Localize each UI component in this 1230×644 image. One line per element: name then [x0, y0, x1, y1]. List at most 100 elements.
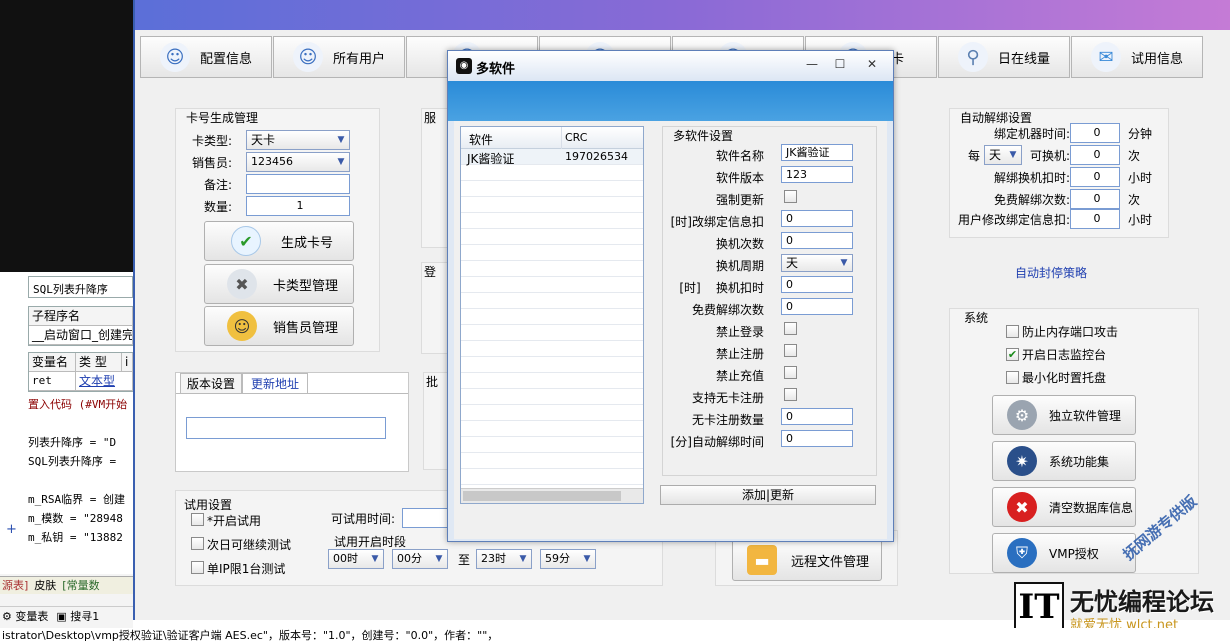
dialog-field-checkbox[interactable]	[784, 388, 797, 401]
tab-search[interactable]: ▣ 搜寻1	[56, 607, 99, 626]
tab-update-url[interactable]: 更新地址	[242, 373, 308, 393]
single-ip-checkbox[interactable]	[191, 561, 204, 574]
tab-vars[interactable]: ⚙ 变量表	[2, 607, 48, 626]
scrollbar-thumb[interactable]	[463, 491, 621, 501]
remote-file-button[interactable]: ▬远程文件管理	[732, 539, 882, 581]
tab-source[interactable]: 源表]	[2, 577, 28, 594]
dialog-field-input[interactable]: JK酱验证	[781, 144, 853, 161]
system-check-box[interactable]	[1006, 371, 1019, 384]
system-button-3[interactable]: ✖清空数据库信息	[992, 487, 1136, 527]
tab-divider	[176, 393, 408, 394]
chevron-down-icon: ▼	[579, 550, 595, 568]
dialog-field-checkbox[interactable]	[784, 366, 797, 379]
list-header-software: 软件	[469, 131, 493, 148]
dialog-field-checkbox[interactable]	[784, 322, 797, 335]
list-item	[461, 197, 643, 213]
system-button-4[interactable]: ⛨VMP授权	[992, 533, 1136, 573]
seller-select[interactable]: 123456▼	[246, 152, 350, 172]
start-minute-select[interactable]: 00分▼	[392, 549, 448, 569]
every-select[interactable]: 天▼	[984, 145, 1022, 165]
trial-period-label: 试用开启时段	[334, 533, 406, 550]
trial-enable-label: *开启试用	[207, 512, 261, 529]
system-button-2[interactable]: ✷系统功能集	[992, 441, 1136, 481]
autobind-row-label: 免费解绑次数:	[994, 191, 1070, 208]
app-logo-icon: ◉	[456, 58, 472, 74]
next-day-checkbox[interactable]	[191, 537, 204, 550]
autobind-row-input[interactable]: 0	[1070, 145, 1120, 165]
update-url-input[interactable]	[186, 417, 386, 439]
var-table: 变量名 类 型 i ret 文本型	[28, 352, 133, 392]
expand-icon[interactable]: +	[6, 522, 17, 537]
dialog-field-label: 强制更新	[716, 191, 764, 208]
card-type-manage-button[interactable]: ✖卡类型管理	[204, 264, 354, 304]
dialog-field-checkbox[interactable]	[784, 190, 797, 203]
trial-time-input[interactable]	[402, 508, 452, 528]
tab-const[interactable]: [常量数	[62, 577, 99, 594]
nav-button-2[interactable]: ☺所有用户	[273, 36, 405, 78]
note-label: 备注:	[204, 176, 232, 193]
nav-button-1[interactable]: ☺配置信息	[140, 36, 272, 78]
list-item	[461, 293, 643, 309]
system-check-box[interactable]	[1006, 325, 1019, 338]
list-box[interactable]: SQL列表升降序	[28, 276, 133, 298]
autobind-row-label: 可换机:	[1030, 147, 1070, 164]
dialog-field-input[interactable]: 0	[781, 276, 853, 293]
close-icon[interactable]: ✕	[858, 55, 886, 73]
dialog-title: 多软件	[476, 58, 515, 77]
minimize-icon[interactable]: —	[798, 55, 826, 73]
nav-button-label: 所有用户	[333, 48, 385, 67]
autobind-row-input[interactable]: 0	[1070, 209, 1120, 229]
dialog-field-input[interactable]: 0	[781, 408, 853, 425]
login-panel-title: 登	[424, 263, 436, 280]
tab-skin[interactable]: 皮肤	[34, 577, 56, 594]
dialog-field-select[interactable]: 天▼	[781, 254, 853, 272]
dialog-field-input[interactable]: 0	[781, 210, 853, 227]
chevron-down-icon: ▼	[836, 255, 852, 271]
dialog-titlebar: ◉ 多软件 — ☐ ✕	[448, 51, 893, 81]
dialog-field-input[interactable]: 0	[781, 430, 853, 447]
autobind-row-input[interactable]: 0	[1070, 167, 1120, 187]
trial-time-label: 可试用时间:	[331, 510, 395, 527]
count-label: 数量:	[204, 198, 232, 215]
card-type-select[interactable]: 天卡▼	[246, 130, 350, 150]
dialog-field-input[interactable]: 0	[781, 298, 853, 315]
to-label: 至	[458, 551, 470, 568]
start-hour-select[interactable]: 00时▼	[328, 549, 384, 569]
seller-label: 销售员:	[192, 154, 232, 171]
auto-block-link[interactable]: 自动封停策略	[1015, 264, 1087, 281]
tab-version-settings[interactable]: 版本设置	[180, 373, 242, 393]
count-input[interactable]: 1	[246, 196, 350, 216]
system-button-1[interactable]: ⚙独立软件管理	[992, 395, 1136, 435]
trial-enable-checkbox[interactable]	[191, 513, 204, 526]
autobind-row-unit: 分钟	[1128, 125, 1152, 142]
seller-manage-button[interactable]: ☺销售员管理	[204, 306, 354, 346]
autobind-row-input[interactable]: 0	[1070, 189, 1120, 209]
every-label: 每	[968, 147, 980, 164]
single-ip-label: 单IP限1台测试	[207, 560, 285, 577]
note-input[interactable]	[246, 174, 350, 194]
dialog-field-input[interactable]: 123	[781, 166, 853, 183]
code-editor: SQL列表升降序 子程序名 __启动窗口_创建完 变量名 类 型 i ret 文…	[0, 0, 133, 644]
folder-icon: ▬	[747, 545, 777, 575]
dialog-field-checkbox[interactable]	[784, 344, 797, 357]
autobind-title: 自动解绑设置	[960, 109, 1032, 126]
system-check-box[interactable]: ✔	[1006, 348, 1019, 361]
add-update-button[interactable]: 添加|更新	[660, 485, 876, 505]
nav-button-label: 配置信息	[200, 48, 252, 67]
delete-icon: ✖	[1007, 492, 1037, 522]
maximize-icon[interactable]: ☐	[826, 55, 854, 73]
autobind-row-input[interactable]: 0	[1070, 123, 1120, 143]
dialog-field-input[interactable]: 0	[781, 232, 853, 249]
software-list[interactable]: 软件 CRC JK酱验证197026534	[460, 126, 644, 504]
list-item[interactable]: JK酱验证197026534	[461, 149, 643, 165]
nav-button-8[interactable]: ✉试用信息	[1071, 36, 1203, 78]
end-hour-select[interactable]: 23时▼	[476, 549, 532, 569]
end-minute-select[interactable]: 59分▼	[540, 549, 596, 569]
list-item	[461, 469, 643, 485]
settings-group: 多软件设置 软件名称JK酱验证软件版本123强制更新[时]改绑定信息扣0换机次数…	[662, 126, 877, 476]
generate-card-label: 生成卡号	[281, 232, 333, 251]
list-scrollbar[interactable]	[461, 488, 643, 503]
generate-card-button[interactable]: ✔生成卡号	[204, 221, 354, 261]
nav-button-7[interactable]: ⚲日在线量	[938, 36, 1070, 78]
list-item	[461, 357, 643, 373]
